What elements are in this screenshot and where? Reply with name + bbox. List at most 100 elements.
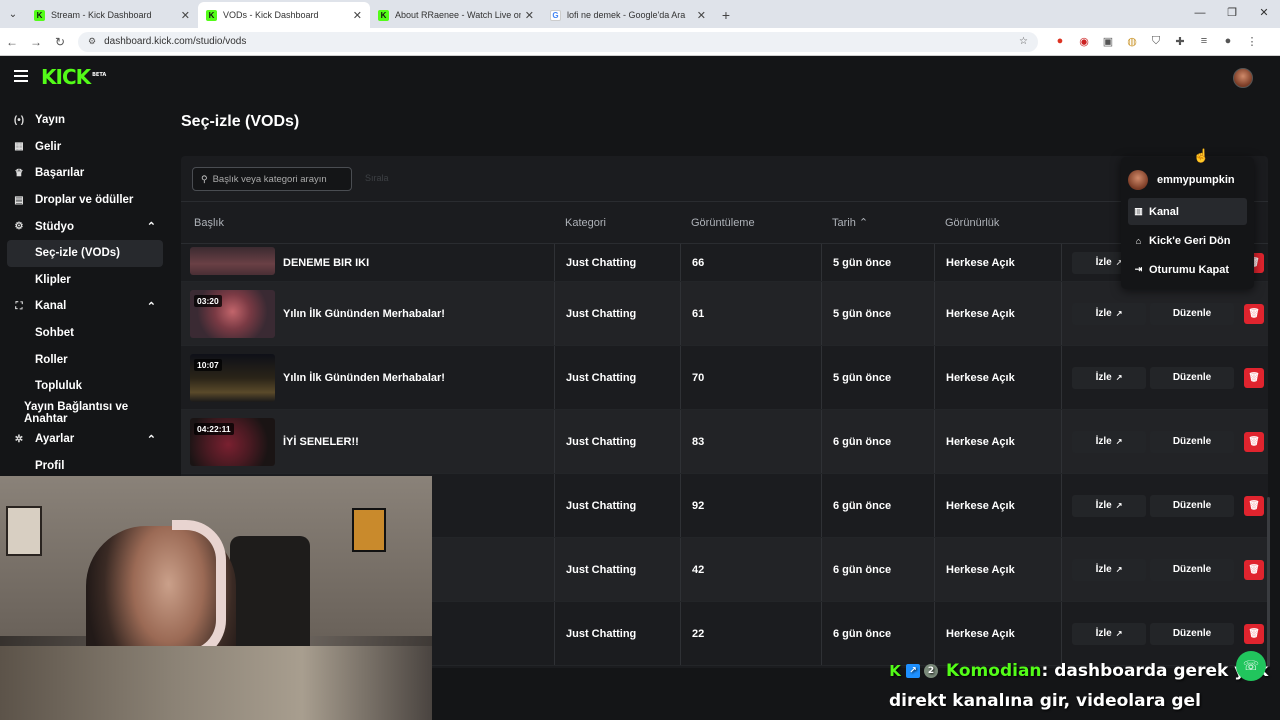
delete-button[interactable]: 🗑 [1244,495,1264,516]
watch-label: İzle [1095,564,1112,575]
watch-button[interactable]: İzle ↗ [1072,494,1146,517]
tab-search-icon[interactable]: ⌄ [0,0,26,28]
extension-icon[interactable]: ● [1048,35,1072,48]
edit-button[interactable]: Düzenle [1150,366,1234,389]
extension-icon[interactable]: ◍ [1120,35,1144,48]
site-info-icon[interactable]: ⚙ [88,36,96,47]
column-header-visibility[interactable]: Görünürlük [934,202,1061,243]
watch-button[interactable]: İzle ↗ [1072,366,1146,389]
wall-picture [6,506,42,556]
cell-visibility: Herkese Açık [934,282,1061,345]
delete-button[interactable]: 🗑 [1244,303,1264,324]
watch-button[interactable]: İzle ↗ [1072,622,1146,645]
dropdown-item-logout[interactable]: ⇥ Oturumu Kapat [1128,256,1247,283]
edit-button[interactable]: Düzenle [1150,494,1234,517]
sidebar-item-studyo[interactable]: ⚙ Stüdyo ⌃ [0,213,170,240]
watch-button[interactable]: İzle ↗ [1072,558,1146,581]
sort-filter[interactable]: Sırala [365,173,389,183]
trash-icon: 🗑 [1248,308,1260,318]
user-avatar[interactable] [1233,68,1253,88]
sidebar-item-sohbet[interactable]: Sohbet [0,320,170,347]
close-window-icon[interactable]: ✕ [1248,0,1280,28]
chevron-up-icon[interactable]: ⌃ [147,433,156,446]
url-field[interactable]: ⚙ dashboard.kick.com/studio/vods ☆ [78,31,1038,52]
delete-button[interactable]: 🗑 [1244,623,1264,644]
delete-button[interactable]: 🗑 [1244,367,1264,388]
delete-button[interactable]: 🗑 [1244,431,1264,452]
close-icon[interactable]: ✕ [525,9,534,22]
extension-icon[interactable]: ⛉ [1144,35,1168,48]
delete-button[interactable]: 🗑 [1244,559,1264,580]
edit-label: Düzenle [1172,628,1212,639]
sidebar-item-droplar[interactable]: ▤ Droplar ve ödüller [0,187,170,214]
extensions-bar: ● ◉ ▣ ◍ ⛉ ✚ ≡ ● ⋮ [1048,35,1264,48]
watch-button[interactable]: İzle ↗ [1072,302,1146,325]
trash-icon: 🗑 [1248,372,1260,382]
sidebar-item-label: Ayarlar [35,433,75,446]
back-icon[interactable]: ← [0,35,24,49]
sidebar-item-klipler[interactable]: Klipler [0,267,170,294]
beta-badge: BETA [92,72,107,79]
vod-thumbnail[interactable]: 03:20 [190,289,275,338]
dropdown-item-back-to-kick[interactable]: ⌂ Kick'e Geri Dön [1128,227,1247,254]
browser-tab-stream[interactable]: K Stream - Kick Dashboard ✕ [26,2,198,28]
profile-icon[interactable]: ● [1216,35,1240,48]
close-icon[interactable]: ✕ [181,9,190,22]
reload-icon[interactable]: ↻ [48,35,72,49]
new-tab-button[interactable]: + [714,2,738,28]
restore-icon[interactable]: ❐ [1216,0,1248,28]
browser-tab-vods[interactable]: K VODs - Kick Dashboard ✕ [198,2,370,28]
media-icon[interactable]: ≡ [1192,35,1216,48]
close-icon[interactable]: ✕ [353,9,362,22]
column-header-views[interactable]: Görüntüleme [680,202,821,243]
edit-button[interactable]: Düzenle [1150,622,1234,645]
sidebar-item-topluluk[interactable]: Topluluk [0,373,170,400]
cell-category: Just Chatting [554,244,680,281]
kick-logo[interactable]: KICK BETA [41,65,106,89]
sidebar-item-label: Yayın Bağlantısı ve Anahtar [24,400,129,425]
sidebar-item-yayin[interactable]: (•) Yayın [0,107,170,134]
scrollbar[interactable] [1267,497,1270,667]
close-icon[interactable]: ✕ [697,9,706,22]
sidebar-item-kanal[interactable]: ⛶ Kanal ⌃ [0,293,170,320]
hamburger-menu-icon[interactable] [14,70,28,82]
edit-button[interactable]: Düzenle [1150,302,1234,325]
chevron-up-icon[interactable]: ⌃ [147,220,156,233]
bookmark-star-icon[interactable]: ☆ [1019,36,1028,47]
extension-icon[interactable]: ▣ [1096,35,1120,48]
external-link-icon: ↗ [1115,309,1123,318]
chevron-up-icon[interactable]: ⌃ [147,300,156,313]
vod-thumbnail[interactable]: 10:07 [190,353,275,402]
menu-icon[interactable]: ⋮ [1240,35,1264,48]
cell-date: 6 gün önce [821,410,934,473]
dropdown-item-kanal[interactable]: ▥ Kanal [1128,198,1247,225]
chat-bubble-icon[interactable]: ☏ [1236,651,1266,681]
cell-title: 04:22:11 İYİ SENELER!! [181,417,554,466]
sidebar-item-stream-key[interactable]: Yayın Bağlantısı ve Anahtar [0,400,170,427]
sidebar-item-basarilar[interactable]: ♛ Başarılar [0,160,170,187]
browser-tab-google[interactable]: G lofi ne demek - Google'da Ara ✕ [542,2,714,28]
vod-thumbnail[interactable] [190,246,275,275]
extension-icon[interactable]: ◉ [1072,35,1096,48]
column-header-category[interactable]: Kategori [554,202,680,243]
vod-thumbnail[interactable]: 04:22:11 [190,417,275,466]
edit-button[interactable]: Düzenle [1150,558,1234,581]
headphones [172,520,226,660]
sidebar-item-gelir[interactable]: ▦ Gelir [0,134,170,161]
forward-icon[interactable]: → [24,35,48,49]
sidebar-item-vods[interactable]: Seç-izle (VODs) [7,239,163,267]
puzzle-icon[interactable]: ✚ [1168,35,1192,48]
column-header-title[interactable]: Başlık [181,217,554,229]
sidebar-item-label: Topluluk [35,380,83,393]
edit-button[interactable]: Düzenle [1150,430,1234,453]
search-input[interactable]: ⚲ Başlık veya kategori arayın [192,167,352,191]
watch-label: İzle [1095,628,1112,639]
cell-visibility: Herkese Açık [934,602,1061,665]
browser-tab-about[interactable]: K About RRaenee - Watch Live on ✕ [370,2,542,28]
watch-button[interactable]: İzle ↗ [1072,430,1146,453]
sidebar-item-ayarlar[interactable]: ✲ Ayarlar ⌃ [0,426,170,453]
sidebar-item-roller[interactable]: Roller [0,346,170,373]
column-header-date[interactable]: Tarih ⌃ [821,202,934,243]
minimize-icon[interactable]: — [1184,0,1216,28]
sidebar-item-label: Kanal [35,300,67,313]
